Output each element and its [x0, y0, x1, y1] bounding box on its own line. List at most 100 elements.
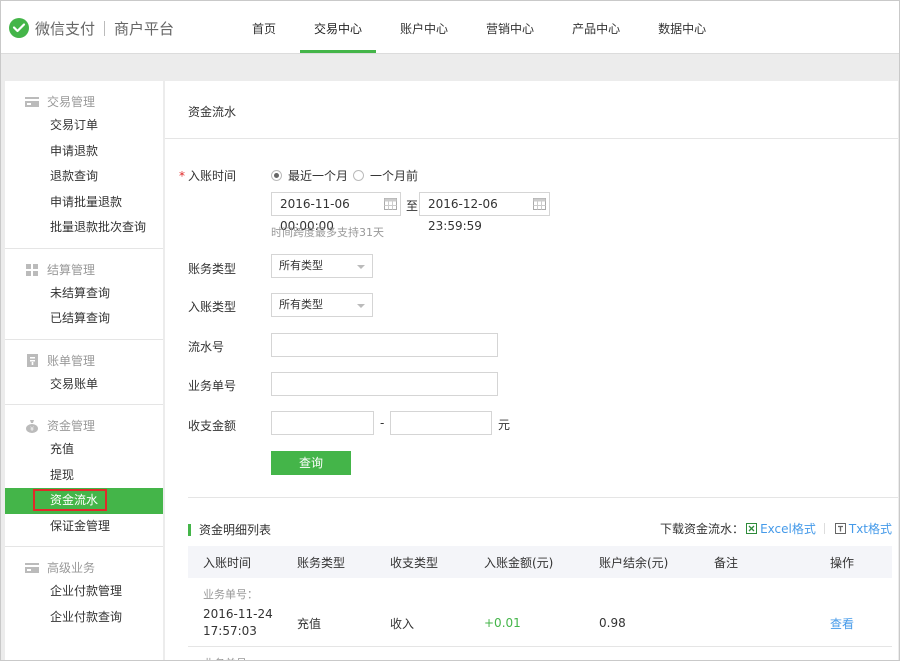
section-divider: [188, 497, 898, 498]
sidebar-section-bill: 账单管理 交易账单: [5, 340, 163, 405]
sidebar-item-corp-pay-manage[interactable]: 企业付款管理: [5, 579, 163, 605]
sidebar-item-trade-bill[interactable]: 交易账单: [5, 372, 163, 398]
list-title: 资金明细列表: [188, 521, 271, 538]
sidebar-section-funds: ¥ 资金管理 充值 提现 资金流水 保证金管理: [5, 405, 163, 547]
sidebar-section-title: 高级业务: [5, 557, 163, 579]
row-values: 2016-11-24 17:57:03 充值 收入 +0.01 0.98 查看: [188, 605, 892, 641]
sidebar-section-trade: 交易管理 交易订单 申请退款 退款查询 申请批量退款 批量退款批次查询: [5, 81, 163, 249]
column-header: 操作: [830, 555, 855, 570]
sidebar-item-batch-refund-query[interactable]: 批量退款批次查询: [5, 215, 163, 241]
sidebar-item-apply-refund[interactable]: 申请退款: [5, 139, 163, 165]
download-excel-link[interactable]: Excel格式: [744, 520, 816, 537]
download-links: 下载资金流水： Excel格式 Txt格式: [660, 520, 892, 537]
serial-no-input[interactable]: [271, 333, 498, 357]
app-frame: 微信支付 商户平台 首页 交易中心 账户中心 营销中心 产品中心 数据中心 交易…: [0, 0, 900, 661]
amount-range-separator: -: [380, 416, 385, 430]
radio-dot: [353, 170, 364, 181]
date-to-input[interactable]: 2016-12-06 23:59:59: [419, 192, 550, 233]
bill-icon: [25, 354, 39, 368]
grid-icon: [25, 263, 39, 277]
account-type-label: 账务类型: [188, 262, 237, 276]
sidebar-item-fund-flow[interactable]: 资金流水: [5, 488, 163, 514]
radio-dot-checked: [271, 170, 282, 181]
excel-icon: [746, 523, 758, 534]
order-no-label: 业务单号：: [203, 655, 258, 660]
top-bar: 微信支付 商户平台 首页 交易中心 账户中心 营销中心 产品中心 数据中心: [1, 1, 899, 54]
brand-divider: [104, 20, 106, 36]
page-title: 资金流水: [165, 81, 898, 139]
order-no-label: 业务单号：: [203, 588, 258, 601]
account-type-cell: 充值: [297, 616, 322, 631]
column-header: 收支类型: [390, 555, 439, 570]
nav-home[interactable]: 首页: [238, 1, 290, 53]
fund-detail-table: 入账时间 账务类型 收支类型 入账金额(元) 账户结余(元) 备注 操作 业务单…: [188, 546, 892, 660]
amount-max-input[interactable]: [390, 411, 492, 435]
sidebar-item-batch-refund[interactable]: 申请批量退款: [5, 190, 163, 216]
amount-unit: 元: [498, 418, 511, 432]
entry-type-select[interactable]: 所有类型: [271, 293, 373, 317]
calendar-icon[interactable]: [533, 197, 546, 210]
sidebar-item-settled[interactable]: 已结算查询: [5, 306, 163, 332]
amount-min-input[interactable]: [271, 411, 374, 435]
io-type-cell: 收入: [390, 616, 415, 631]
entry-type-label: 入账类型: [188, 300, 237, 314]
time-label: * 入账时间: [179, 169, 237, 183]
column-header: 入账金额(元): [484, 555, 554, 570]
brand-name: 微信支付: [35, 19, 96, 38]
chevron-down-icon: [357, 304, 365, 308]
sidebar-item-withdraw[interactable]: 提现: [5, 463, 163, 489]
query-button[interactable]: 查询: [271, 451, 351, 475]
money-bag-icon: ¥: [25, 419, 39, 433]
sidebar-section-title: ¥ 资金管理: [5, 415, 163, 437]
sidebar-item-trade-orders[interactable]: 交易订单: [5, 113, 163, 139]
serial-no-label: 流水号: [188, 340, 225, 354]
order-no-input[interactable]: [271, 372, 498, 396]
order-no-label: 业务单号: [188, 379, 237, 393]
nav-trade-center[interactable]: 交易中心: [300, 1, 377, 53]
card-icon: [25, 95, 39, 109]
brand-subtitle: 商户平台: [114, 19, 175, 38]
sidebar-item-refund-query[interactable]: 退款查询: [5, 164, 163, 190]
sidebar-item-deposit[interactable]: 保证金管理: [5, 514, 163, 540]
sidebar-item-corp-pay-query[interactable]: 企业付款查询: [5, 605, 163, 631]
sidebar-item-recharge[interactable]: 充值: [5, 437, 163, 463]
sidebar-section-settlement: 结算管理 未结算查询 已结算查询: [5, 249, 163, 340]
sidebar: 交易管理 交易订单 申请退款 退款查询 申请批量退款 批量退款批次查询 结算管理…: [5, 81, 163, 660]
column-header: 账户结余(元): [599, 555, 669, 570]
nav-data-center[interactable]: 数据中心: [644, 1, 720, 53]
column-header: 备注: [714, 555, 739, 570]
radio-recent-month[interactable]: 最近一个月: [271, 167, 348, 184]
wechat-pay-icon: [9, 18, 29, 38]
table-row: 业务单号： 2016-11-24 17:57:03 充值 收入 +0.01 0.…: [188, 578, 892, 647]
table-header: 入账时间 账务类型 收支类型 入账金额(元) 账户结余(元) 备注 操作: [188, 546, 892, 578]
nav-product-center[interactable]: 产品中心: [558, 1, 634, 53]
title-accent-bar: [188, 523, 191, 536]
svg-text:¥: ¥: [30, 426, 34, 433]
entry-time-cell: 2016-11-24 17:57:03: [203, 607, 273, 638]
account-type-select[interactable]: 所有类型: [271, 254, 373, 278]
download-txt-link[interactable]: Txt格式: [833, 520, 892, 537]
radio-month-before[interactable]: 一个月前: [353, 167, 418, 184]
table-row: 业务单号：: [188, 647, 892, 660]
nav-account-center[interactable]: 账户中心: [386, 1, 462, 53]
nav-marketing-center[interactable]: 营销中心: [472, 1, 548, 53]
amount-cell: +0.01: [484, 616, 521, 630]
balance-cell: 0.98: [599, 616, 626, 630]
date-from-input[interactable]: 2016-11-06 00:00:00: [271, 192, 401, 233]
card-icon: [25, 561, 39, 575]
view-link[interactable]: 查看: [815, 615, 892, 632]
calendar-icon[interactable]: [384, 197, 397, 210]
link-separator: [823, 523, 825, 534]
logo[interactable]: 微信支付 商户平台: [9, 18, 174, 38]
sidebar-section-title: 交易管理: [5, 91, 163, 113]
amount-label: 收支金额: [188, 419, 237, 433]
txt-file-icon: [834, 523, 846, 534]
sidebar-section-title: 账单管理: [5, 350, 163, 372]
column-header: 账务类型: [297, 555, 346, 570]
sidebar-item-unsettled[interactable]: 未结算查询: [5, 281, 163, 307]
column-header: 入账时间: [203, 555, 252, 570]
top-nav: 首页 交易中心 账户中心 营销中心 产品中心 数据中心: [238, 1, 730, 53]
sidebar-section-advanced: 高级业务 企业付款管理 企业付款查询: [5, 547, 163, 637]
time-span-hint: 时间跨度最多支持31天: [271, 226, 384, 239]
sidebar-section-title: 结算管理: [5, 259, 163, 281]
